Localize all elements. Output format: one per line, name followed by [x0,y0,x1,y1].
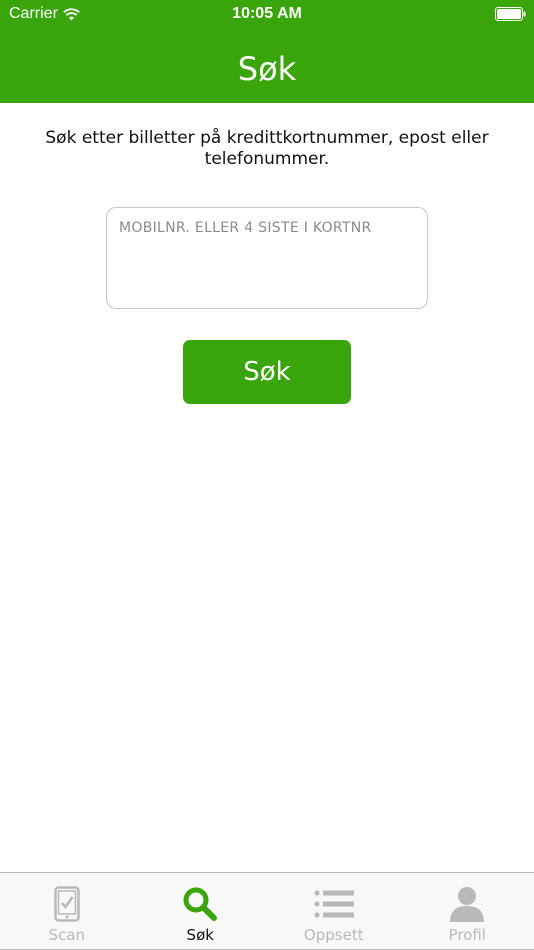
tab-label-scan: Scan [48,926,85,944]
person-icon [447,885,487,923]
list-icon [314,885,354,923]
tab-scan[interactable]: Scan [0,873,134,949]
tab-label-sok: Søk [186,926,214,944]
magnifier-icon [180,885,220,923]
tab-label-oppsett: Oppsett [303,926,364,944]
search-instructions: Søk etter billetter på kredittkortnummer… [45,128,489,169]
battery-icon [495,7,526,21]
header: Carrier 10:05 AM Søk [0,0,534,103]
search-button[interactable]: Søk [183,340,351,404]
tab-profil[interactable]: Profil [401,873,534,949]
search-input[interactable] [106,207,428,309]
tab-sok[interactable]: Søk [134,873,268,949]
status-bar: Carrier 10:05 AM [0,0,534,28]
search-screen: Carrier 10:05 AM Søk Søk etter billetter… [0,0,534,950]
page-title: Søk [237,50,297,88]
tab-bar: Scan Søk Oppsett Profil [0,872,534,950]
phone-check-icon [47,885,87,923]
status-time: 10:05 AM [232,5,302,22]
tab-label-profil: Profil [448,926,486,944]
tab-oppsett[interactable]: Oppsett [267,873,401,949]
